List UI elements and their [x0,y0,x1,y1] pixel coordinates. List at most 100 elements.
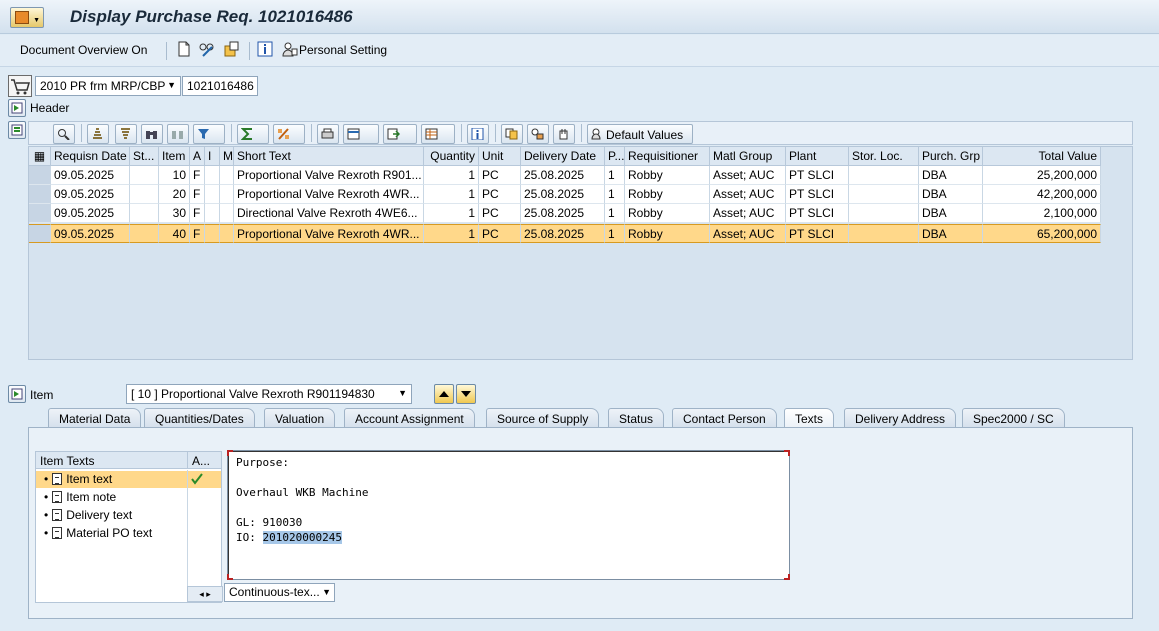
col-quantity[interactable]: Quantity [424,147,479,166]
sum-icon [241,128,252,140]
table-row[interactable]: 09.05.2025 20 F Proportional Valve Rexroth … [29,185,1129,204]
col-i[interactable]: I [205,147,220,166]
layout-button[interactable] [421,124,455,144]
col-requisitioner[interactable]: Requisitioner [625,147,710,166]
col-unit[interactable]: Unit [479,147,521,166]
row-selector[interactable] [29,166,51,185]
document-overview-button[interactable]: Document Overview On [20,43,147,57]
sort-down-icon [121,128,130,139]
row-selector[interactable] [29,204,51,223]
subtotal-button[interactable] [273,124,305,144]
row-selector[interactable] [29,224,51,243]
tab-contact-person[interactable]: Contact Person [672,408,777,428]
text-item-label: Material PO text [66,526,153,540]
export-button[interactable] [383,124,417,144]
info-icon[interactable] [257,41,273,57]
row-selector[interactable] [29,185,51,204]
copy-item-button[interactable] [501,124,523,144]
col-ma[interactable]: Ma [220,147,234,166]
cell-total-value: 25,200,000 [983,166,1101,185]
edit-glasses-icon[interactable] [199,41,215,57]
grid-info-button[interactable] [467,124,489,144]
col-p[interactable]: P... [605,147,625,166]
col-purch-grp[interactable]: Purch. Grp [919,147,983,166]
new-document-icon[interactable] [176,41,192,57]
cell-delivery-date: 25.08.2025 [521,204,605,223]
cart-icon[interactable] [8,75,32,97]
tab-quantities-dates[interactable]: Quantities/Dates [144,408,255,428]
tab-spec2000[interactable]: Spec2000 / SC [962,408,1065,428]
tab-material-data[interactable]: Material Data [48,408,142,428]
col-a[interactable]: A [190,147,205,166]
text-item-delivery-text[interactable]: • Delivery text [36,507,132,524]
find-next-button[interactable] [167,124,189,144]
col-status[interactable]: St... [130,147,159,166]
release-button[interactable] [553,124,575,144]
filter-button[interactable] [193,124,225,144]
item-expand-button[interactable] [8,385,26,403]
print-button[interactable] [317,124,339,144]
assign-button[interactable] [527,124,549,144]
list-scroll-arrows[interactable]: ◂ ▸ [187,586,223,602]
personal-setting-button[interactable]: Personal Setting [299,43,387,57]
table-row[interactable]: 09.05.2025 10 F Proportional Valve Rexroth … [29,166,1129,185]
previous-item-button[interactable] [434,384,454,404]
cell-ma [220,224,234,243]
col-plant[interactable]: Plant [786,147,849,166]
items-collapse-button[interactable] [8,121,26,139]
col-item[interactable]: Item [159,147,190,166]
col-total-value[interactable]: Total Value [983,147,1101,166]
details-button[interactable] [53,124,75,144]
document-type-select[interactable]: 2010 PR frm MRP/CBP ▼ [35,76,181,96]
col-requisn-date[interactable]: Requisn Date [51,147,130,166]
tab-source-of-supply[interactable]: Source of Supply [486,408,600,428]
cell-status [130,185,159,204]
col-short-text[interactable]: Short Text [234,147,424,166]
grid-toolbar: Default Values [28,121,1133,145]
text-item-item-note[interactable]: • Item note [36,489,116,506]
tab-valuation[interactable]: Valuation [264,408,336,428]
cell-matl-group: Asset; AUC [710,166,786,185]
table-row[interactable]: 09.05.2025 40 F Proportional Valve Rexroth … [29,224,1129,243]
find-button[interactable] [141,124,163,144]
text-item-item-text[interactable]: • Item text [36,471,187,488]
tab-texts[interactable]: Texts [784,408,835,429]
cell-unit: PC [479,224,521,243]
total-button[interactable] [237,124,269,144]
text-mode-select[interactable]: Continuous-tex... ▼ [224,583,335,602]
sort-descending-button[interactable] [115,124,137,144]
cell-ma [220,204,234,223]
next-item-button[interactable] [456,384,476,404]
text-item-label: Item note [66,490,117,504]
default-values-button[interactable]: Default Values [587,124,693,144]
cell-purch-grp: DBA [919,224,983,243]
cell-short-text: Proportional Valve Rexroth R901... [234,166,424,185]
tab-delivery-address[interactable]: Delivery Address [844,408,957,428]
item-select[interactable]: [ 10 ] Proportional Valve Rexroth R90119… [126,384,412,404]
other-document-icon[interactable] [224,41,240,57]
app-toolbar: Document Overview On Personal Setting [0,35,1159,67]
document-number-field[interactable]: 1021016486 [182,76,258,96]
text-editor[interactable]: Purpose: Overhaul WKB Machine GL: 910030… [227,450,790,580]
personal-setting-icon[interactable] [282,41,298,57]
table-header-row: ▦ Requisn Date St... Item A I Ma Short T… [29,147,1129,166]
menu-icon[interactable]: ▼ [10,7,44,28]
sort-ascending-button[interactable] [87,124,109,144]
col-matl-group[interactable]: Matl Group [710,147,786,166]
table-row[interactable]: 09.05.2025 30 F Directional Valve Rexroth 4… [29,204,1129,223]
cell-requisn-date: 09.05.2025 [51,166,130,185]
header-expand-button[interactable] [8,99,26,117]
cell-unit: PC [479,204,521,223]
text-item-material-po-text[interactable]: • Material PO text [36,525,152,542]
tab-account-assignment[interactable]: Account Assignment [344,408,475,428]
views-button[interactable] [343,124,379,144]
filter-icon [198,129,209,139]
tab-status[interactable]: Status [608,408,665,428]
editor-line-io-value: 201020000245 [262,531,342,544]
select-all-icon[interactable]: ▦ [29,147,51,166]
col-delivery-date[interactable]: Delivery Date [521,147,605,166]
cell-requisn-date: 09.05.2025 [51,224,130,243]
cell-stor-loc [849,204,919,223]
cell-plant: PT SLCI [786,224,849,243]
col-stor-loc[interactable]: Stor. Loc. [849,147,919,166]
